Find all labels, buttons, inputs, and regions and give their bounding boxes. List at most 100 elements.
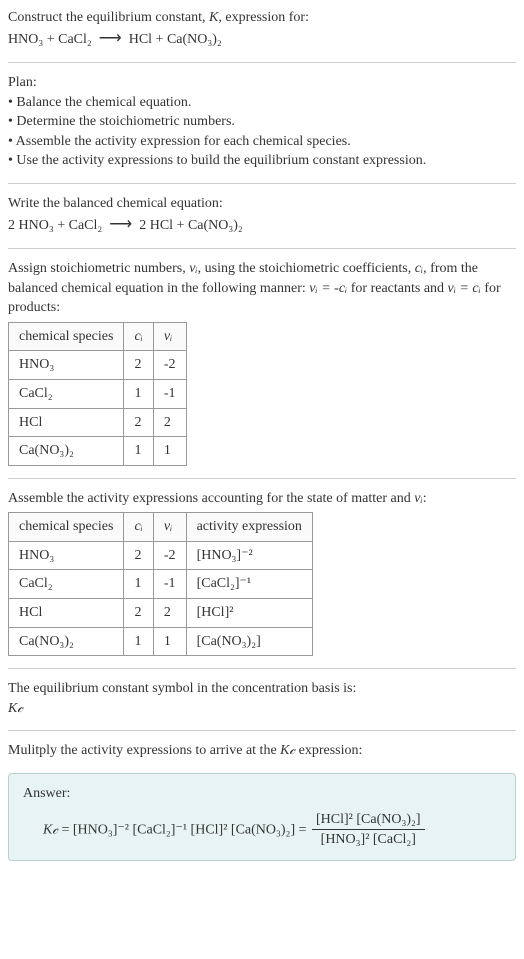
colon: : [423, 491, 427, 506]
cell-nu: -2 [153, 541, 186, 570]
divider [8, 668, 516, 669]
react-relation: νᵢ = -cᵢ [309, 281, 347, 296]
col-ci: cᵢ [124, 513, 153, 542]
cell-ci: 1 [124, 570, 153, 599]
cell-ci: 1 [124, 437, 153, 466]
table-row: HCl22[HCl]² [9, 599, 313, 628]
table-row: HNO₃2-2[HNO₃]⁻² [9, 541, 313, 570]
cell-nu: 2 [153, 599, 186, 628]
cell-activity: [Ca(NO₃)₂] [186, 627, 312, 656]
cell-activity: [CaCl₂]⁻¹ [186, 570, 312, 599]
eq-rhs: HCl + Ca(NO₃)₂ [129, 32, 222, 47]
activity-intro: Assemble the activity expressions accoun… [8, 489, 516, 509]
activity-table: chemical species cᵢ νᵢ activity expressi… [8, 512, 313, 656]
plan-title: Plan: [8, 73, 516, 93]
kc-def-text: The equilibrium constant symbol in the c… [8, 679, 516, 699]
fraction-numerator: [HCl]² [Ca(NO₃)₂] [312, 810, 425, 831]
kc-eq-text: = [HNO₃]⁻² [CaCl₂]⁻¹ [HCl]² [Ca(NO₃)₂] = [58, 822, 310, 837]
multiply-text-2: expression: [295, 743, 362, 758]
plan-section: Plan: • Balance the chemical equation. •… [8, 73, 516, 171]
balanced-section: Write the balanced chemical equation: 2 … [8, 194, 516, 236]
plan-bullet-2: • Determine the stoichiometric numbers. [8, 112, 516, 132]
table-header-row: chemical species cᵢ νᵢ [9, 322, 187, 351]
stoich-table: chemical species cᵢ νᵢ HNO₃2-2 CaCl₂1-1 … [8, 322, 187, 466]
divider [8, 248, 516, 249]
divider [8, 62, 516, 63]
cell-species: HCl [9, 408, 124, 437]
stoich-section: Assign stoichiometric numbers, νᵢ, using… [8, 259, 516, 466]
answer-box: Answer: K𝒸 = [HNO₃]⁻² [CaCl₂]⁻¹ [HCl]² [… [8, 773, 516, 861]
multiply-section: Mulitply the activity expressions to arr… [8, 741, 516, 761]
cell-activity: [HNO₃]⁻² [186, 541, 312, 570]
col-species: chemical species [9, 513, 124, 542]
table-row: CaCl₂1-1 [9, 379, 187, 408]
plan-bullet-3: • Assemble the activity expression for e… [8, 132, 516, 152]
table-row: HNO₃2-2 [9, 351, 187, 380]
cell-species: HCl [9, 599, 124, 628]
cell-species: CaCl₂ [9, 379, 124, 408]
balanced-rhs: 2 HCl + Ca(NO₃)₂ [139, 218, 243, 233]
cell-species: HNO₃ [9, 351, 124, 380]
table-header-row: chemical species cᵢ νᵢ activity expressi… [9, 513, 313, 542]
col-ci: cᵢ [124, 322, 153, 351]
balanced-lhs: 2 HNO₃ + CaCl₂ [8, 218, 102, 233]
arrow-icon: ⟶ [99, 30, 122, 47]
divider [8, 730, 516, 731]
answer-label: Answer: [23, 784, 501, 804]
cell-activity: [HCl]² [186, 599, 312, 628]
cell-nu: 2 [153, 408, 186, 437]
balanced-title: Write the balanced chemical equation: [8, 194, 516, 214]
stoich-intro-1: Assign stoichiometric numbers, [8, 261, 189, 276]
table-row: HCl22 [9, 408, 187, 437]
cell-nu: 1 [153, 437, 186, 466]
fraction: [HCl]² [Ca(NO₃)₂][HNO₃]² [CaCl₂] [312, 810, 425, 850]
stoich-intro: Assign stoichiometric numbers, νᵢ, using… [8, 259, 516, 318]
plan-bullet-4: • Use the activity expressions to build … [8, 151, 516, 171]
col-species: chemical species [9, 322, 124, 351]
cell-ci: 1 [124, 627, 153, 656]
multiply-text-1: Mulitply the activity expressions to arr… [8, 743, 280, 758]
table-row: Ca(NO₃)₂11[Ca(NO₃)₂] [9, 627, 313, 656]
cell-ci: 2 [124, 541, 153, 570]
kc-expression: K𝒸 = [HNO₃]⁻² [CaCl₂]⁻¹ [HCl]² [Ca(NO₃)₂… [43, 810, 501, 850]
divider [8, 183, 516, 184]
stoich-intro-2: , using the stoichiometric coefficients, [198, 261, 415, 276]
nu-symbol: νᵢ [414, 491, 422, 506]
cell-nu: 1 [153, 627, 186, 656]
table-row: Ca(NO₃)₂11 [9, 437, 187, 466]
unbalanced-equation: HNO₃ + CaCl₂ ⟶ HCl + Ca(NO₃)₂ [8, 32, 222, 47]
kc-symbol: K𝒸 [280, 743, 295, 758]
kc-symbol: K𝒸 [43, 822, 58, 837]
col-activity: activity expression [186, 513, 312, 542]
cell-species: CaCl₂ [9, 570, 124, 599]
divider [8, 478, 516, 479]
stoich-intro-4: for reactants and [347, 281, 447, 296]
fraction-denominator: [HNO₃]² [CaCl₂] [312, 830, 425, 850]
cell-nu: -1 [153, 570, 186, 599]
cell-ci: 2 [124, 408, 153, 437]
kc-def-section: The equilibrium constant symbol in the c… [8, 679, 516, 718]
cell-nu: -1 [153, 379, 186, 408]
cell-species: Ca(NO₃)₂ [9, 437, 124, 466]
col-nu: νᵢ [153, 513, 186, 542]
activity-intro-text: Assemble the activity expressions accoun… [8, 491, 414, 506]
ci-symbol: cᵢ [415, 261, 423, 276]
col-nu: νᵢ [153, 322, 186, 351]
problem-text-1: Construct the equilibrium constant, [8, 10, 209, 25]
problem-text-2: , expression for: [218, 10, 309, 25]
cell-ci: 2 [124, 351, 153, 380]
cell-ci: 1 [124, 379, 153, 408]
nu-symbol: νᵢ [189, 261, 197, 276]
cell-species: HNO₃ [9, 541, 124, 570]
k-symbol: K [209, 10, 218, 25]
prod-relation: νᵢ = cᵢ [448, 281, 481, 296]
cell-nu: -2 [153, 351, 186, 380]
cell-ci: 2 [124, 599, 153, 628]
problem-statement: Construct the equilibrium constant, K, e… [8, 8, 516, 50]
activity-section: Assemble the activity expressions accoun… [8, 489, 516, 657]
balanced-equation: 2 HNO₃ + CaCl₂ ⟶ 2 HCl + Ca(NO₃)₂ [8, 218, 243, 233]
plan-bullet-1: • Balance the chemical equation. [8, 93, 516, 113]
kc-symbol: K𝒸 [8, 699, 516, 719]
arrow-icon: ⟶ [109, 216, 132, 233]
cell-species: Ca(NO₃)₂ [9, 627, 124, 656]
